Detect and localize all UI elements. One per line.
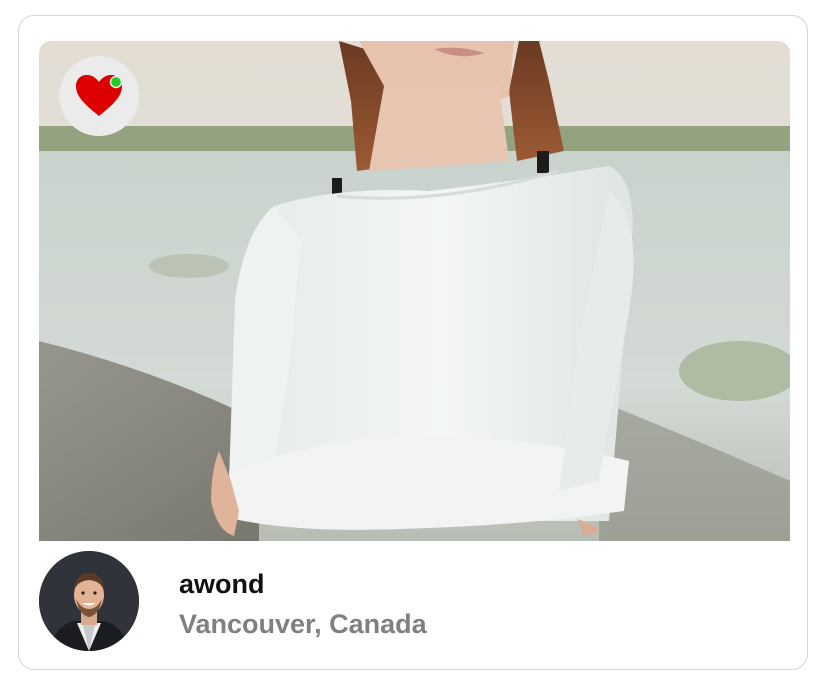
profile-location: Vancouver, Canada (179, 609, 427, 639)
online-dot-icon (109, 75, 123, 89)
profile-photo[interactable] (39, 41, 790, 541)
profile-card[interactable]: awond Vancouver, Canada (18, 15, 808, 670)
heart-icon (76, 75, 123, 116)
avatar-image (39, 551, 139, 651)
profile-username[interactable]: awond (179, 568, 265, 600)
favorite-button[interactable] (59, 56, 139, 136)
profile-photo-image (39, 41, 790, 541)
avatar[interactable] (39, 551, 139, 651)
